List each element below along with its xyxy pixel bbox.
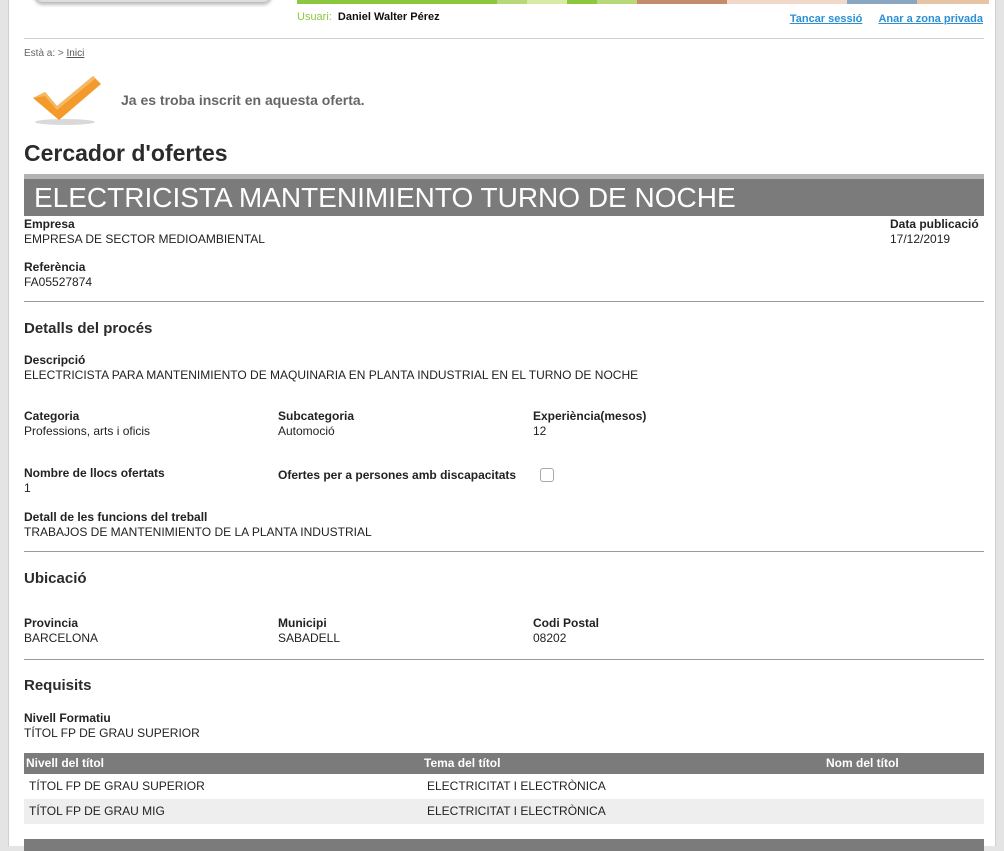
city-label: Municipi xyxy=(278,616,327,630)
breadcrumb-home-link[interactable]: Inici xyxy=(67,48,85,59)
subcategory-value: Automoció xyxy=(278,424,335,438)
table-cell: TÍTOL FP DE GRAU MIG xyxy=(24,799,422,824)
reference-label: Referència xyxy=(24,260,86,274)
user-info: Usuari: Daniel Walter Pérez xyxy=(297,11,440,23)
section-divider xyxy=(24,301,984,302)
notice-text: Ja es troba inscrit en aquesta oferta. xyxy=(121,92,365,108)
user-label: Usuari: xyxy=(297,11,332,23)
degrees-table: Nivell del títol Tema del títol Nom del … xyxy=(24,753,984,824)
disability-checkbox[interactable] xyxy=(540,468,554,482)
page-container: Usuari: Daniel Walter Pérez Tancar sessi… xyxy=(8,0,996,851)
category-field: Categoria Professions, arts i oficis xyxy=(24,409,150,439)
description-label: Descripció xyxy=(24,353,86,367)
subcategory-field: Subcategoria Automoció xyxy=(278,409,354,439)
table-cell: ELECTRICITAT I ELECTRÒNICA xyxy=(422,774,824,799)
table-header-row: Nivell del títol Tema del títol Nom del … xyxy=(24,753,984,774)
description-field: Descripció ELECTRICISTA PARA MANTENIMIEN… xyxy=(24,353,638,383)
banner-segment xyxy=(727,0,847,4)
disability-field: Ofertes per a persones amb discapacitats xyxy=(278,468,516,483)
header-links: Tancar sessió Anar a zona privada xyxy=(777,13,983,25)
company-label: Empresa xyxy=(24,217,75,231)
breadcrumb-prefix: Està a: > xyxy=(24,48,64,59)
column-header: Nom del títol xyxy=(824,753,984,774)
next-table-header xyxy=(24,839,984,851)
checkmark-icon xyxy=(33,76,101,125)
banner-segment xyxy=(597,0,637,4)
experience-value: 12 xyxy=(533,424,547,438)
city-field: Municipi SABADELL xyxy=(278,616,340,646)
banner-segment xyxy=(527,0,567,4)
education-level-field: Nivell Formatiu TÍTOL FP DE GRAU SUPERIO… xyxy=(24,711,200,741)
banner-segment xyxy=(497,0,527,4)
banner-segment xyxy=(297,0,497,4)
experience-label: Experiència(mesos) xyxy=(533,409,647,423)
column-header: Tema del títol xyxy=(422,753,824,774)
table-cell xyxy=(824,774,984,799)
requirements-section-title: Requisits xyxy=(24,677,92,694)
reference-value: FA05527874 xyxy=(24,275,93,289)
section-divider xyxy=(24,551,984,552)
postal-code-field: Codi Postal 08202 xyxy=(533,616,599,646)
page-title: Cercador d'ofertes xyxy=(24,140,228,166)
functions-label: Detall de les funcions del treball xyxy=(24,510,208,524)
banner-segment xyxy=(637,0,727,4)
postal-code-label: Codi Postal xyxy=(533,616,600,630)
subcategory-label: Subcategoria xyxy=(278,409,355,423)
postal-code-value: 08202 xyxy=(533,631,567,645)
company-value: EMPRESA DE SECTOR MEDIOAMBIENTAL xyxy=(24,232,265,246)
details-section-title: Detalls del procés xyxy=(24,320,153,337)
site-logo[interactable] xyxy=(34,0,272,3)
table-row: TÍTOL FP DE GRAU MIG ELECTRICITAT I ELEC… xyxy=(24,799,984,824)
functions-value: TRABAJOS DE MANTENIMIENTO DE LA PLANTA I… xyxy=(24,525,372,539)
logout-link[interactable]: Tancar sessió xyxy=(790,13,863,25)
province-label: Provincia xyxy=(24,616,79,630)
description-value: ELECTRICISTA PARA MANTENIMIENTO DE MAQUI… xyxy=(24,368,639,382)
column-header: Nivell del títol xyxy=(24,753,422,774)
banner-segment xyxy=(567,0,597,4)
header-banner xyxy=(297,0,989,4)
province-field: Provincia BARCELONA xyxy=(24,616,98,646)
publish-date-field: Data publicació 17/12/2019 xyxy=(890,217,979,247)
positions-field: Nombre de llocs ofertats 1 xyxy=(24,466,165,496)
category-label: Categoria xyxy=(24,409,80,423)
enrolled-notice: Ja es troba inscrit en aquesta oferta. xyxy=(29,72,365,128)
positions-label: Nombre de llocs ofertats xyxy=(24,466,165,480)
education-level-label: Nivell Formatiu xyxy=(24,711,111,725)
education-level-value: TÍTOL FP DE GRAU SUPERIOR xyxy=(24,726,200,740)
city-value: SABADELL xyxy=(278,631,341,645)
company-field: Empresa EMPRESA DE SECTOR MEDIOAMBIENTAL xyxy=(24,217,265,247)
table-cell: TÍTOL FP DE GRAU SUPERIOR xyxy=(24,774,422,799)
section-divider xyxy=(24,659,984,660)
table-cell: ELECTRICITAT I ELECTRÒNICA xyxy=(422,799,824,824)
breadcrumb: Està a: > Inici xyxy=(24,48,84,59)
table-row: TÍTOL FP DE GRAU SUPERIOR ELECTRICITAT I… xyxy=(24,774,984,799)
banner-segment xyxy=(917,0,989,4)
private-area-link[interactable]: Anar a zona privada xyxy=(878,13,983,25)
publish-date-label: Data publicació xyxy=(890,217,979,231)
experience-field: Experiència(mesos) 12 xyxy=(533,409,646,439)
table-cell xyxy=(824,799,984,824)
positions-value: 1 xyxy=(24,481,31,495)
category-value: Professions, arts i oficis xyxy=(24,424,151,438)
user-name: Daniel Walter Pérez xyxy=(337,11,440,23)
functions-field: Detall de les funcions del treball TRABA… xyxy=(24,510,372,540)
publish-date-value: 17/12/2019 xyxy=(890,232,951,246)
disability-label: Ofertes per a persones amb discapacitats xyxy=(278,468,517,482)
reference-field: Referència FA05527874 xyxy=(24,260,92,290)
header-divider xyxy=(24,38,984,39)
offer-title: ELECTRICISTA MANTENIMIENTO TURNO DE NOCH… xyxy=(24,174,984,216)
banner-segment xyxy=(847,0,917,4)
province-value: BARCELONA xyxy=(24,631,99,645)
location-section-title: Ubicació xyxy=(24,570,87,587)
